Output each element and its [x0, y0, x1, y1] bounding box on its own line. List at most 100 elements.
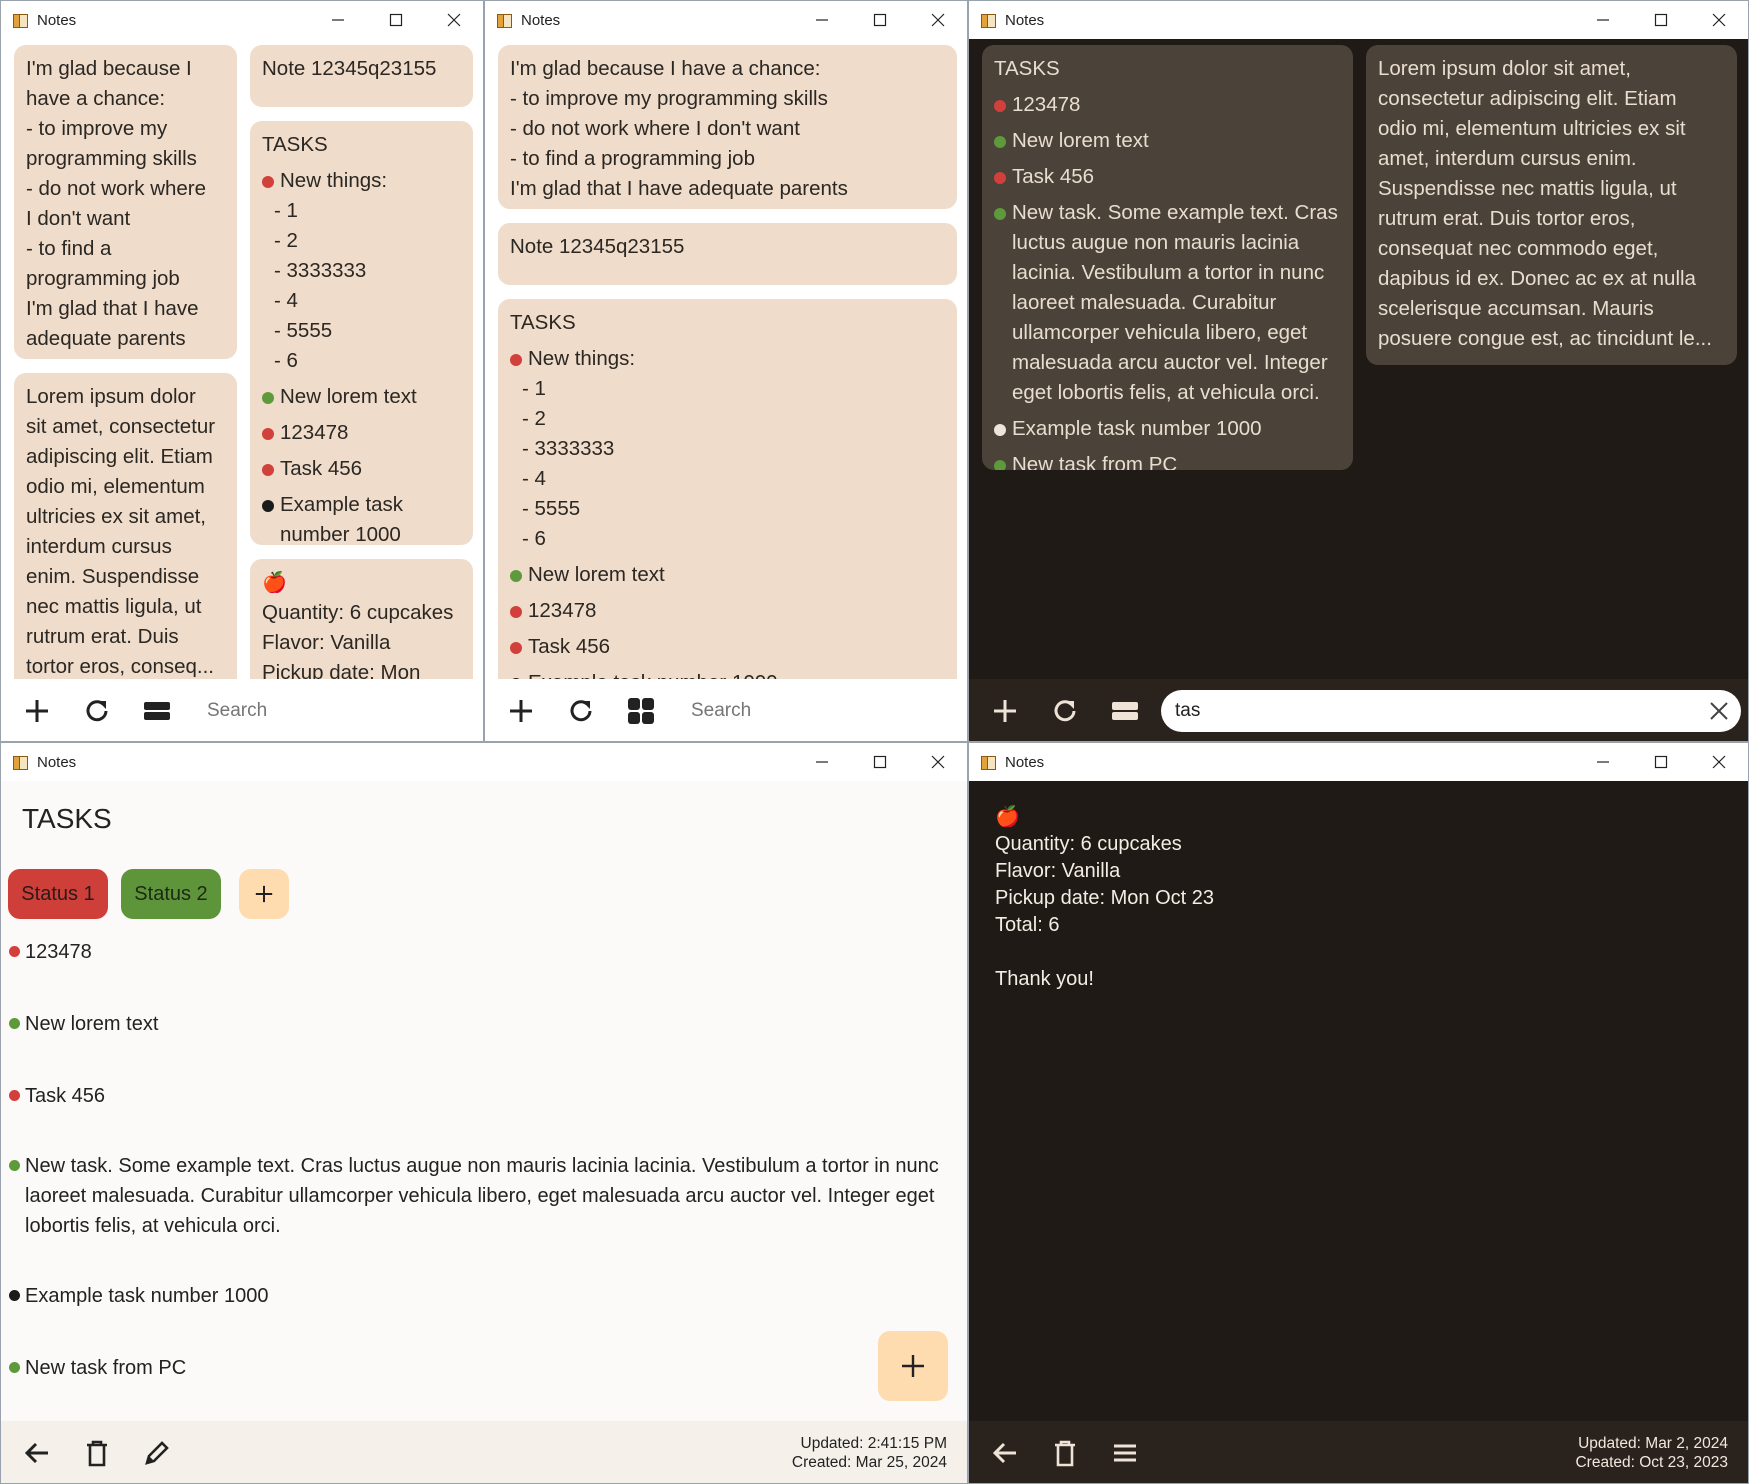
minimize-button[interactable] [793, 1, 851, 39]
title-bar[interactable]: Notes [969, 743, 1748, 781]
close-window-button[interactable] [909, 743, 967, 781]
add-status-button[interactable] [239, 869, 289, 919]
plus-icon [994, 700, 1016, 722]
note-card[interactable]: 🍎 Quantity: 6 cupcakes Flavor: Vanilla P… [250, 559, 473, 679]
note-line: I'm glad that I have adequate parents [510, 177, 848, 200]
status-dot [994, 172, 1006, 184]
title-bar[interactable]: Notes [485, 1, 967, 39]
delete-button[interactable] [1035, 1428, 1095, 1478]
task-text: New lorem text [280, 385, 417, 408]
note-line: I'm glad because I have a chance: [510, 57, 821, 80]
window-title: Notes [37, 753, 77, 771]
add-note-button[interactable] [7, 686, 67, 736]
minimize-icon [1597, 19, 1609, 21]
edit-button[interactable] [127, 1428, 187, 1478]
notes-grid: I'm glad because I have a chance: - to i… [1, 39, 483, 679]
back-button[interactable] [7, 1428, 67, 1478]
task-text: 123478 [528, 599, 597, 622]
close-icon [931, 13, 945, 27]
note-line: odio mi, elementum ultricies ex sit [1378, 117, 1686, 140]
task-item: 123478 [994, 90, 1341, 120]
maximize-button[interactable] [851, 1, 909, 39]
note-card[interactable]: I'm glad because I have a chance: - to i… [498, 45, 957, 209]
note-card[interactable]: Note 12345q23155 [250, 45, 473, 107]
tasks-title: TASKS [510, 311, 576, 334]
tasks-title: TASKS [994, 57, 1060, 80]
subtask: - 6 [522, 527, 546, 550]
plus-icon [26, 700, 48, 722]
title-bar[interactable]: Notes [1, 743, 967, 781]
task-text: Example task [280, 493, 404, 516]
note-line: Lorem ipsum dolor [26, 385, 196, 408]
refresh-button[interactable] [1035, 686, 1095, 736]
updated-time: Updated: 2:41:15 PM [800, 1435, 948, 1452]
app-icon [981, 14, 996, 28]
close-window-button[interactable] [1690, 1, 1748, 39]
note-line: scelerisque accumsan. Mauris [1378, 297, 1654, 320]
task-row[interactable]: Example task number 1000 [9, 1281, 947, 1311]
note-card[interactable]: I'm glad because I have a chance: - to i… [14, 45, 237, 359]
maximize-button[interactable] [367, 1, 425, 39]
tasks-title: TASKS [262, 133, 328, 156]
maximize-button[interactable] [1632, 743, 1690, 781]
refresh-button[interactable] [67, 686, 127, 736]
refresh-button[interactable] [551, 686, 611, 736]
search-input[interactable] [677, 690, 955, 732]
task-row[interactable]: New task. Some example text. Cras luctus… [9, 1151, 947, 1241]
task-item: New lorem text [994, 126, 1341, 156]
window-title: Notes [37, 11, 77, 29]
task-row[interactable]: New lorem text [9, 1009, 947, 1039]
list-view-icon [144, 702, 170, 720]
tasks-card[interactable]: TASKS New things: - 1 - 2 - 3333333 - 4 … [250, 121, 473, 545]
note-card[interactable]: Lorem ipsum dolor sit amet, consectetur … [1366, 45, 1737, 365]
close-window-button[interactable] [909, 1, 967, 39]
note-line: - do not work where [26, 177, 207, 200]
note-line: consequat nec commodo eget, [1378, 237, 1659, 260]
back-button[interactable] [975, 1428, 1035, 1478]
task-row[interactable]: New task from PC [9, 1353, 947, 1383]
search-input[interactable] [1161, 690, 1741, 732]
minimize-icon [816, 761, 828, 763]
note-body-text[interactable]: 🍎 Quantity: 6 cupcakes Flavor: Vanilla P… [995, 803, 1214, 993]
add-note-button[interactable] [491, 686, 551, 736]
note-line: adequate parents [26, 327, 186, 350]
menu-icon [1114, 1444, 1136, 1462]
add-task-button[interactable] [878, 1331, 948, 1401]
close-window-button[interactable] [1690, 743, 1748, 781]
clear-search-button[interactable] [1709, 701, 1729, 721]
note-card[interactable]: Note 12345q23155 [498, 223, 957, 285]
task-text: 123478 [25, 941, 92, 963]
task-text: ullamcorper vehicula libero, eget [1012, 321, 1308, 344]
menu-button[interactable] [1095, 1428, 1155, 1478]
plus-icon [902, 1355, 924, 1377]
note-card[interactable]: Lorem ipsum dolor sit amet, consectetur … [14, 373, 237, 679]
edit-icon [145, 1441, 169, 1465]
minimize-button[interactable] [1574, 1, 1632, 39]
bottom-toolbar: Updated: Mar 2, 2024 Created: Oct 23, 20… [969, 1421, 1748, 1483]
minimize-button[interactable] [1574, 743, 1632, 781]
minimize-button[interactable] [309, 1, 367, 39]
status-dot [994, 208, 1006, 220]
task-text: Task 456 [280, 457, 363, 480]
view-toggle-button[interactable] [127, 686, 187, 736]
tasks-card[interactable]: TASKS New things: - 1 - 2 - 3333333 - 4 … [498, 299, 957, 679]
view-toggle-button[interactable] [611, 686, 671, 736]
search-input[interactable] [193, 690, 471, 732]
minimize-button[interactable] [793, 743, 851, 781]
maximize-button[interactable] [851, 743, 909, 781]
task-item: New task from PC [994, 450, 1341, 470]
title-bar[interactable]: Notes [1, 1, 483, 39]
task-row[interactable]: 123478 [9, 937, 947, 967]
task-detail-body: TASKS Status 1 Status 2 123478 New lorem… [1, 781, 967, 1421]
task-row[interactable]: Task 456 [9, 1081, 947, 1111]
plus-icon [255, 885, 273, 903]
status-1-chip[interactable]: Status 1 [8, 869, 108, 919]
delete-button[interactable] [67, 1428, 127, 1478]
status-2-chip[interactable]: Status 2 [121, 869, 221, 919]
tasks-card[interactable]: TASKS 123478 New lorem text Task 456 New… [982, 45, 1353, 470]
close-window-button[interactable] [425, 1, 483, 39]
maximize-button[interactable] [1632, 1, 1690, 39]
title-bar[interactable]: Notes [969, 1, 1748, 39]
view-toggle-button[interactable] [1095, 686, 1155, 736]
add-note-button[interactable] [975, 686, 1035, 736]
